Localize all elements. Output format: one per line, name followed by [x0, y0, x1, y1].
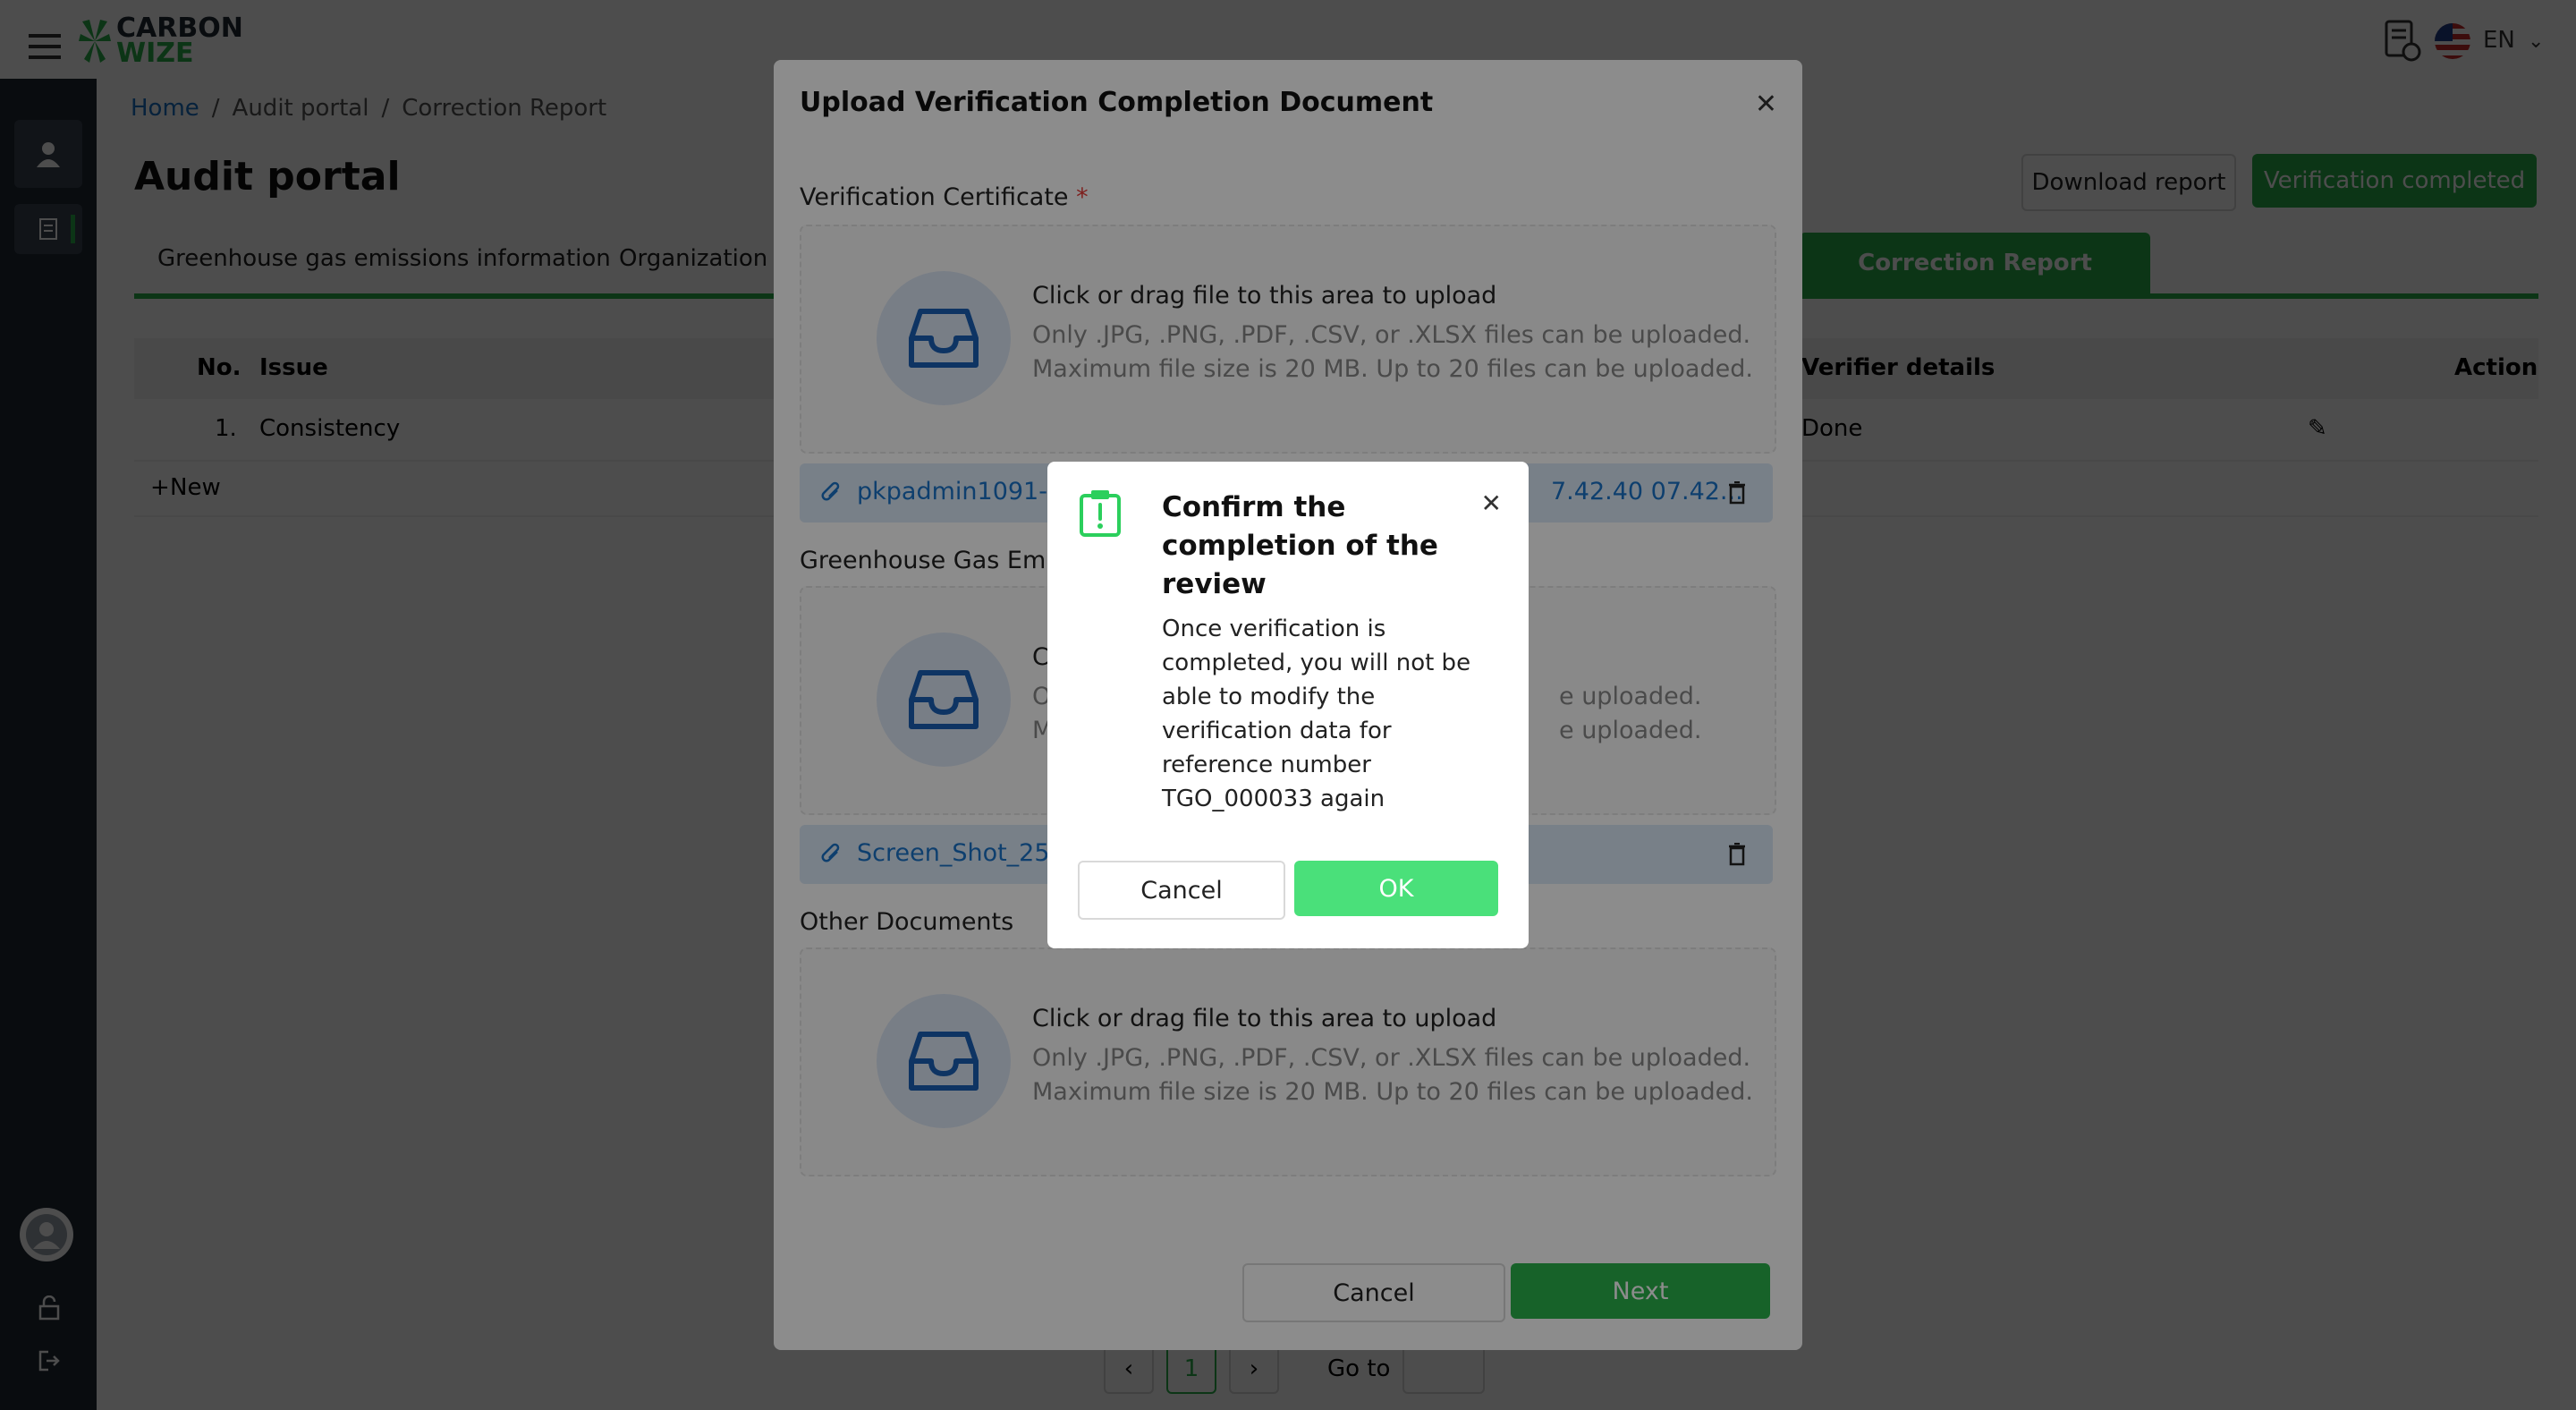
confirm-message: Once verification is completed, you will… — [1162, 616, 1471, 812]
confirm-cancel-button[interactable]: Cancel — [1078, 861, 1285, 920]
close-icon[interactable]: ✕ — [1481, 488, 1502, 518]
clipboard-alert-icon — [1078, 488, 1123, 540]
confirm-ok-button[interactable]: OK — [1294, 861, 1498, 916]
confirm-title: Confirm the completion of the review — [1162, 491, 1438, 600]
confirm-dialog: Confirm the completion of the review ✕ O… — [1047, 462, 1529, 948]
